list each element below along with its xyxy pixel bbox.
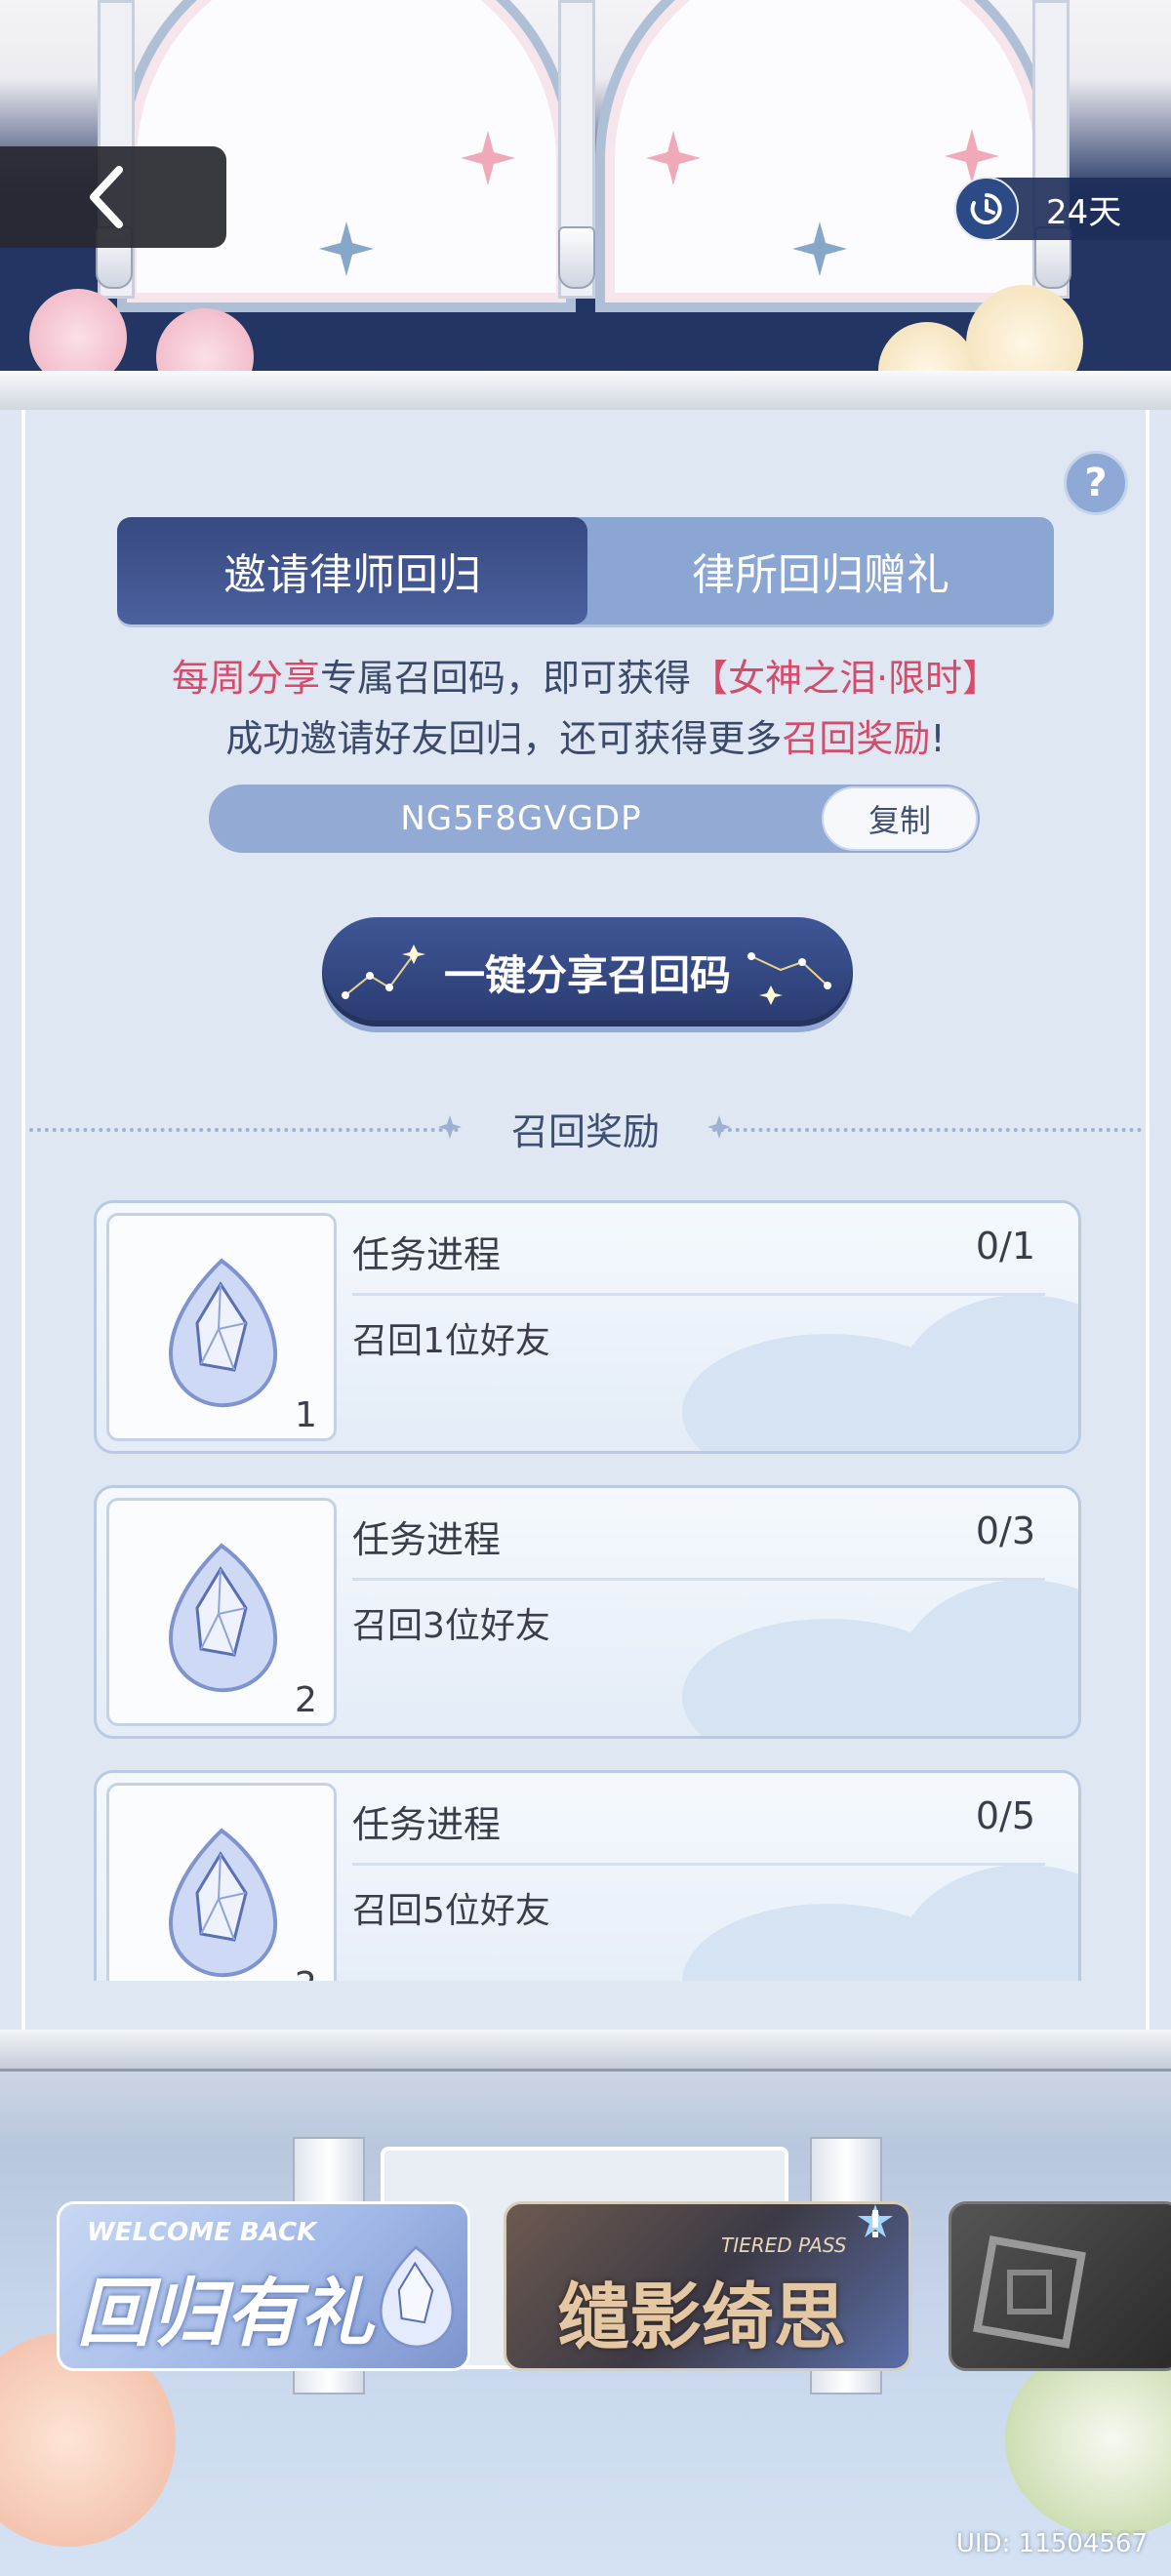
task-description: 召回5位好友 (352, 1891, 550, 1931)
plant-decoration (1005, 2342, 1171, 2537)
tab-label: 邀请律师回归 (223, 550, 481, 600)
tab-bar: 邀请律师回归 律所回归赠礼 (117, 517, 1054, 624)
task-progress-label: 任务进程 (352, 1803, 502, 1846)
task-progress-value: 0/3 (975, 1509, 1035, 1552)
star-icon (461, 131, 515, 185)
section-title: 召回奖励 (510, 1109, 660, 1153)
share-button-label: 一键分享召回码 (443, 950, 731, 999)
constellation-icon (342, 945, 425, 999)
reward-card: 2 任务进程 0/5 召回5位好友 (94, 1770, 1081, 1981)
task-progress-value: 0/5 (975, 1794, 1035, 1837)
recall-code: NG5F8GVGDP (400, 799, 642, 838)
cloud-decoration (897, 1295, 1078, 1451)
user-id: UID: 11504567 (955, 2529, 1148, 2558)
divider (352, 1578, 1045, 1581)
star-icon (792, 221, 847, 276)
description-line-1: 每周分享专属召回码，即可获得【女神之泪·限时】 (0, 648, 1171, 702)
banner-subtitle: WELCOME BACK (87, 2218, 317, 2247)
help-button[interactable]: ? (1064, 451, 1128, 515)
goddess-tear-gem-icon (169, 1543, 278, 1693)
clock-icon (954, 177, 1019, 241)
task-progress-label: 任务进程 (352, 1233, 502, 1276)
reward-card: 2 任务进程 0/3 召回3位好友 (94, 1485, 1081, 1739)
reward-quantity: 2 (295, 1680, 317, 1720)
ledge (0, 2030, 1171, 2072)
tab-label: 律所回归赠礼 (692, 550, 949, 600)
railing (0, 371, 1171, 410)
reward-item-slot[interactable]: 2 (106, 1498, 337, 1726)
section-header: 召回奖励 (0, 1099, 1171, 1157)
share-recall-code-button[interactable]: 一键分享召回码 (322, 917, 853, 1026)
task-progress-value: 0/1 (975, 1225, 1035, 1268)
timer-badge: 24天 (954, 177, 1171, 241)
tab-firm-gift[interactable]: 律所回归赠礼 (587, 517, 1054, 624)
chevron-left-icon (90, 166, 123, 228)
tiered-pass-banner[interactable]: TIERED PASS 缱影绮思 (504, 2201, 911, 2371)
welcome-back-banner[interactable]: WELCOME BACK 回归有礼 (57, 2201, 470, 2371)
alert-icon (858, 2204, 893, 2237)
divider (352, 1293, 1045, 1296)
back-button[interactable] (0, 146, 226, 248)
highlight-text: 每周分享 (171, 657, 320, 700)
highlight-text: 召回奖励 (782, 717, 931, 760)
reward-quantity: 2 (295, 1965, 317, 1981)
desc-text: ! (930, 717, 946, 760)
task-description: 召回1位好友 (352, 1321, 550, 1361)
description-line-2: 成功邀请好友回归，还可获得更多召回奖励! (0, 708, 1171, 762)
desc-text: 成功邀请好友回归，还可获得更多 (225, 717, 783, 760)
goddess-tear-gem-icon (379, 2245, 455, 2349)
constellation-icon (747, 952, 831, 1005)
copy-label: 复制 (868, 802, 931, 839)
banner-title: 回归有礼 (77, 2270, 374, 2356)
banner-title: 缱影绮思 (557, 2275, 846, 2359)
banner-subtitle: TIERED PASS (721, 2234, 847, 2257)
star-icon (646, 131, 701, 185)
recall-code-bar: NG5F8GVGDP 复制 (209, 785, 980, 853)
timer-text: 24天 (1046, 192, 1122, 232)
goddess-tear-gem-icon (169, 1828, 278, 1978)
reward-list: 1 任务进程 0/1 召回1位好友 2 任务进程 0/3 召回3位好友 任务进程… (25, 1190, 1146, 1981)
task-description: 召回3位好友 (352, 1606, 550, 1646)
event-banner[interactable] (949, 2201, 1171, 2371)
desc-text: 专属召回码，即可获得 (319, 657, 691, 700)
tab-invite-lawyer[interactable]: 邀请律师回归 (117, 517, 587, 624)
tassel-center (558, 226, 595, 289)
cloud-decoration (897, 1865, 1078, 1981)
reward-card: 1 任务进程 0/1 召回1位好友 (94, 1200, 1081, 1454)
divider (352, 1863, 1045, 1866)
reward-quantity: 1 (295, 1395, 317, 1435)
goddess-tear-gem-icon (169, 1258, 278, 1408)
highlight-text: 【女神之泪·限时】 (690, 657, 1000, 700)
star-icon (319, 221, 374, 276)
reward-item-slot[interactable]: 1 (106, 1213, 337, 1441)
task-progress-label: 任务进程 (352, 1518, 502, 1561)
reward-item-slot[interactable]: 2 (106, 1783, 337, 1981)
cloud-decoration (897, 1580, 1078, 1736)
copy-button[interactable]: 复制 (822, 786, 978, 851)
event-emblem-icon (973, 2235, 1086, 2349)
